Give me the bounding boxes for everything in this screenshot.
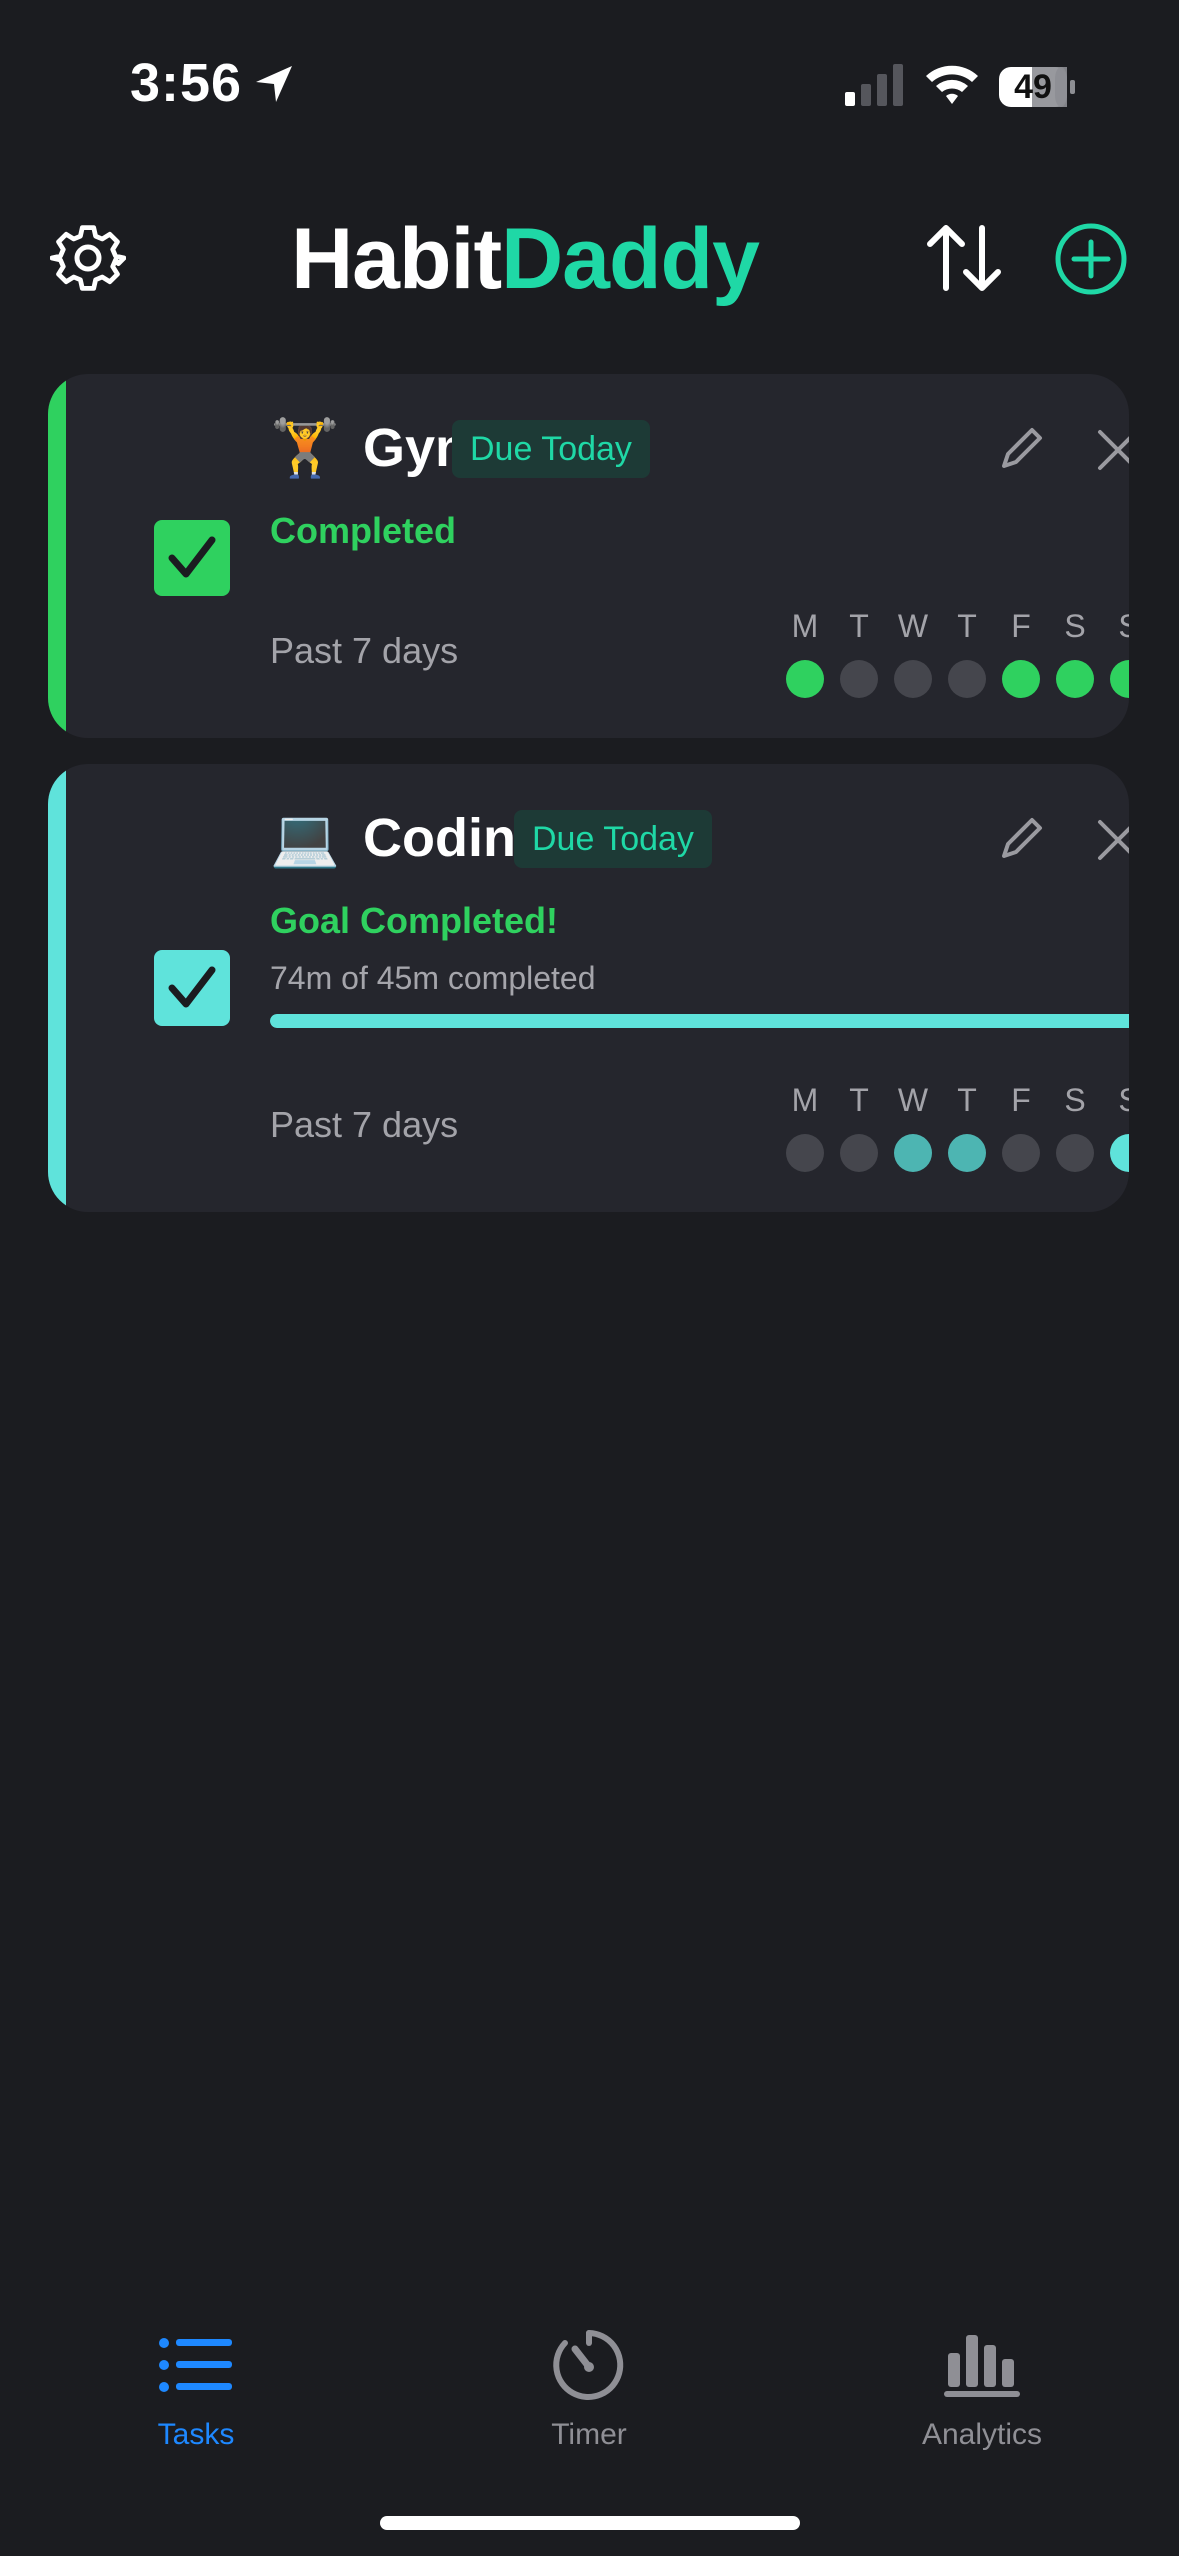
delete-x-icon[interactable] (1094, 816, 1129, 864)
day-thu: T (940, 1080, 994, 1172)
past-7-days-label: Past 7 days (270, 1104, 459, 1145)
tab-label: Analytics (921, 2418, 1043, 2451)
day-dot-done (1110, 660, 1129, 698)
day-dot-done (894, 1134, 932, 1172)
day-dot-missed (1002, 1134, 1040, 1172)
day-sun: S (1102, 606, 1129, 698)
day-letter: S (1118, 608, 1129, 644)
day-letter: F (1011, 1082, 1031, 1118)
tab-tasks[interactable]: Tasks (76, 2320, 316, 2452)
past-7-days-label: Past 7 days (270, 630, 459, 671)
cellular-signal-icon (845, 64, 903, 106)
battery-level: 49 (1014, 68, 1052, 106)
app-title: HabitDaddy (0, 210, 1050, 309)
add-habit-plus-icon[interactable] (1054, 222, 1128, 296)
day-dot-done (1110, 1134, 1129, 1172)
due-today-badge: Due Today (452, 420, 650, 478)
habit-complete-checkbox[interactable] (154, 520, 230, 596)
day-mon: M (778, 1080, 832, 1172)
tab-timer[interactable]: Timer (469, 2320, 709, 2452)
delete-x-icon[interactable] (1094, 426, 1129, 474)
habit-emoji-icon: 💻 (270, 806, 340, 869)
day-dot-missed (840, 660, 878, 698)
edit-pencil-icon[interactable] (996, 424, 1046, 474)
sort-arrows-icon[interactable] (922, 222, 1006, 294)
wifi-icon (926, 65, 978, 104)
day-dot-done (786, 660, 824, 698)
day-fri: F (994, 606, 1048, 698)
day-letter: M (791, 608, 819, 644)
day-dot-missed (948, 660, 986, 698)
day-sat: S (1048, 606, 1102, 698)
habit-color-stripe (48, 374, 66, 738)
day-letter: T (849, 608, 869, 644)
battery-indicator: 49 (998, 66, 1076, 108)
app-title-part1: Habit (291, 211, 502, 307)
day-mon: M (778, 606, 832, 698)
day-tue: T (832, 606, 886, 698)
location-arrow-icon (256, 66, 292, 102)
habit-status: Completed (270, 510, 457, 551)
day-wed: W (886, 606, 940, 698)
status-time: 3:56 (130, 53, 243, 113)
progress-bar (270, 1014, 1129, 1028)
day-dot-done (1002, 660, 1040, 698)
tab-label: Timer (551, 2418, 627, 2451)
day-letter: S (1118, 1082, 1129, 1118)
tab-label: Tasks (157, 2418, 235, 2451)
day-letter: T (957, 1082, 977, 1118)
checkmark-icon (168, 536, 216, 578)
day-letter: T (849, 1082, 869, 1118)
home-indicator[interactable] (380, 2516, 800, 2530)
habit-emoji-icon: 🏋️ (270, 416, 340, 479)
progress-bar-fill (270, 1014, 1129, 1028)
day-letter: M (791, 1082, 819, 1118)
edit-pencil-icon[interactable] (996, 814, 1046, 864)
day-dot-done (1056, 660, 1094, 698)
day-letter: W (897, 1082, 929, 1118)
tab-analytics[interactable]: Analytics (862, 2320, 1102, 2452)
day-dot-missed (894, 660, 932, 698)
habit-color-stripe (48, 764, 66, 1212)
day-letter: S (1064, 608, 1086, 644)
day-letter: S (1064, 1082, 1086, 1118)
day-dot-missed (1056, 1134, 1094, 1172)
progress-text: 74m of 45m completed (270, 960, 596, 996)
day-tue: T (832, 1080, 886, 1172)
habit-card-gym[interactable]: 🏋️ Gym Due Today Completed Past 7 days M… (48, 374, 1129, 738)
due-today-badge: Due Today (514, 810, 712, 868)
day-thu: T (940, 606, 994, 698)
checkmark-icon (168, 966, 216, 1008)
bar-chart-icon (944, 2335, 1020, 2397)
day-letter: T (957, 608, 977, 644)
habit-status: Goal Completed! (270, 900, 559, 941)
habit-complete-checkbox[interactable] (154, 950, 230, 1026)
day-dot-missed (840, 1134, 878, 1172)
app-title-part2: Daddy (501, 211, 760, 307)
day-dot-done (948, 1134, 986, 1172)
day-sun: S (1102, 1080, 1129, 1172)
timer-icon (553, 2330, 624, 2400)
day-letter: F (1011, 608, 1031, 644)
status-bar: 3:56 49 (0, 0, 1179, 150)
day-letter: W (897, 608, 929, 644)
day-wed: W (886, 1080, 940, 1172)
day-dot-missed (786, 1134, 824, 1172)
habit-card-coding[interactable]: 💻 Coding Due Today Goal Completed! 74m o… (48, 764, 1129, 1212)
day-fri: F (994, 1080, 1048, 1172)
day-sat: S (1048, 1080, 1102, 1172)
list-icon (159, 2338, 232, 2392)
